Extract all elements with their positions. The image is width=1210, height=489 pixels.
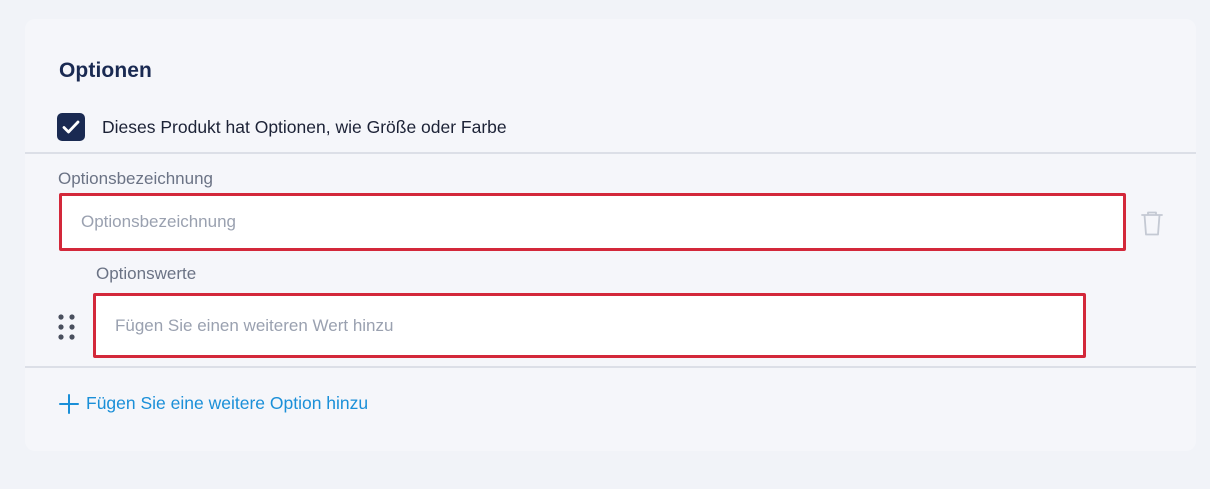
option-name-field-wrapper <box>59 193 1126 251</box>
divider <box>25 152 1196 154</box>
plus-icon <box>59 393 79 414</box>
option-values-label: Optionswerte <box>96 264 197 283</box>
option-name-label: Optionsbezeichnung <box>58 169 214 188</box>
add-option-label: Fügen Sie eine weitere Option hinzu <box>86 393 369 413</box>
option-name-input[interactable] <box>62 196 1123 248</box>
checkmark-icon <box>62 120 80 134</box>
option-value-input[interactable] <box>96 296 1083 355</box>
has-options-label: Dieses Produkt hat Optionen, wie Größe o… <box>102 116 507 137</box>
trash-icon[interactable] <box>1140 209 1164 237</box>
drag-handle-icon[interactable] <box>57 314 77 340</box>
section-title: Optionen <box>59 59 152 82</box>
option-value-field-wrapper <box>93 293 1086 358</box>
options-card: Optionen Dieses Produkt hat Optionen, wi… <box>25 19 1196 451</box>
add-option-button[interactable]: Fügen Sie eine weitere Option hinzu <box>59 393 368 414</box>
has-options-checkbox-row[interactable]: Dieses Produkt hat Optionen, wie Größe o… <box>57 113 507 141</box>
has-options-checkbox[interactable] <box>57 113 85 141</box>
divider <box>25 366 1196 368</box>
